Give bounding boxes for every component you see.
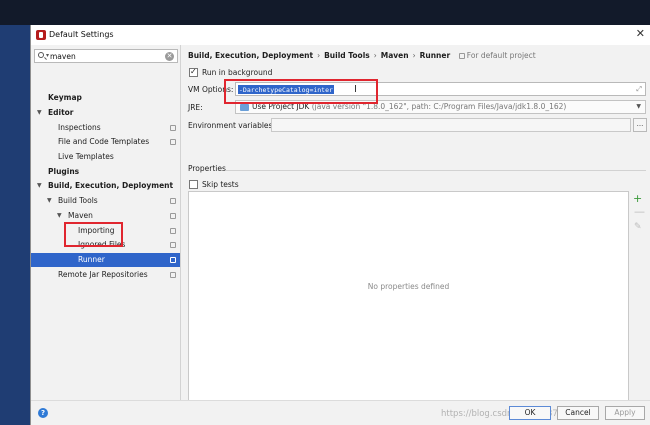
skip-tests-checkbox[interactable] (189, 180, 198, 189)
add-property-icon[interactable]: + (633, 193, 642, 204)
vm-options-field[interactable]: I ⤢ (235, 82, 646, 96)
tree-item-editor[interactable]: ▼ Editor (31, 106, 180, 120)
vm-options-label: VM Options: (188, 85, 234, 94)
breadcrumb-item: Build, Execution, Deployment (188, 51, 314, 60)
properties-title: Properties (188, 164, 226, 173)
breadcrumb-separator: › (373, 51, 377, 60)
settings-sidebar: ▾ ✕ Keymap ▼ Editor Inspections File and… (31, 45, 181, 400)
tree-item-label: Importing (78, 226, 115, 235)
tree-item-label: Editor (48, 108, 74, 117)
tree-item-importing[interactable]: Importing (31, 224, 180, 238)
tree-item-runner[interactable]: Runner (31, 253, 180, 267)
text-cursor-icon: I (354, 84, 357, 95)
tree-item-ignored-files[interactable]: Ignored Files (31, 238, 180, 252)
tree-item-live-templates[interactable]: Live Templates (31, 150, 180, 164)
breadcrumb-item: Build Tools (324, 51, 370, 60)
runner-settings-panel: Build, Execution, Deployment › Build Tools… (182, 45, 650, 407)
jre-value: Use Project JDK (252, 102, 310, 111)
note-text: For default project (466, 51, 536, 60)
expand-arrow-icon[interactable]: ▼ (47, 194, 52, 208)
close-icon[interactable]: ✕ (636, 28, 645, 40)
tree-item-remote-jar-repositories[interactable]: Remote Jar Repositories (31, 268, 180, 282)
apply-button[interactable]: Apply (605, 406, 645, 420)
expand-arrow-icon[interactable]: ▼ (37, 106, 42, 120)
tree-item-label: Inspections (58, 123, 101, 132)
tree-item-inspections[interactable]: Inspections (31, 121, 180, 135)
run-in-background-label: Run in background (202, 68, 273, 77)
tree-item-label: Live Templates (58, 152, 114, 161)
dialog-footer: ? https://blog.csdn.net/qq_37765631 OK C… (31, 400, 650, 425)
default-project-note: For default project (458, 51, 536, 60)
tree-item-label: Build Tools (58, 196, 98, 205)
tree-item-build-execution-deployment[interactable]: ▼ Build, Execution, Deployment (31, 179, 180, 193)
breadcrumb-item: Runner (419, 51, 451, 60)
jre-select[interactable]: Use Project JDK (java version "1.8.0_162… (235, 100, 646, 114)
tree-item-keymap[interactable]: Keymap (31, 91, 180, 105)
help-icon[interactable]: ? (38, 408, 48, 418)
tree-item-label: Plugins (48, 167, 80, 176)
settings-dialog: Default Settings ✕ ▾ ✕ Keymap ▼ Editor I… (30, 25, 650, 425)
empty-properties-text: No properties defined (367, 282, 450, 291)
tree-item-label: Runner (78, 255, 105, 264)
properties-table[interactable]: No properties defined (188, 191, 629, 407)
jdk-folder-icon (240, 104, 249, 111)
tree-item-label: Remote Jar Repositories (58, 270, 148, 279)
app-logo-icon (36, 30, 46, 40)
settings-search: ▾ ✕ (34, 49, 178, 63)
tree-item-label: File and Code Templates (58, 137, 150, 146)
cancel-button[interactable]: Cancel (557, 406, 599, 420)
remove-property-icon[interactable]: — (634, 206, 645, 217)
project-settings-icon (170, 242, 176, 248)
project-settings-icon (170, 272, 176, 278)
project-settings-icon (458, 53, 465, 59)
environment-variables-label: Environment variables: (188, 121, 275, 130)
edit-property-icon[interactable]: ✎ (634, 223, 642, 232)
search-input[interactable] (50, 51, 160, 62)
project-settings-icon (170, 139, 176, 145)
jre-select-text: Use Project JDK (java version "1.8.0_162… (252, 101, 566, 113)
environment-variables-field[interactable] (271, 118, 631, 132)
project-settings-icon (170, 125, 176, 131)
run-in-background-checkbox[interactable] (189, 67, 198, 77)
clear-search-icon[interactable]: ✕ (165, 52, 174, 61)
desktop-top-bar (0, 0, 650, 25)
properties-divider (226, 170, 646, 171)
tree-item-build-tools[interactable]: ▼ Build Tools (31, 194, 180, 208)
tree-item-plugins[interactable]: Plugins (31, 165, 180, 179)
tree-item-label: Maven (68, 211, 93, 220)
tree-item-file-code-templates[interactable]: File and Code Templates (31, 135, 180, 149)
project-settings-icon (170, 213, 176, 219)
breadcrumb-separator: › (317, 51, 321, 60)
project-settings-icon (170, 198, 176, 204)
expand-arrow-icon[interactable]: ▼ (37, 179, 42, 193)
project-settings-icon (170, 257, 176, 263)
expand-arrow-icon[interactable]: ▼ (57, 209, 62, 223)
jre-label: JRE: (188, 103, 203, 112)
window-title: Default Settings (49, 30, 114, 39)
expand-icon[interactable]: ⤢ (636, 85, 642, 94)
project-settings-icon (170, 228, 176, 234)
jre-detail: (java version "1.8.0_162", path: C:/Prog… (311, 102, 567, 111)
vm-options-input[interactable] (238, 85, 334, 94)
search-options-icon[interactable]: ▾ (46, 52, 49, 59)
tree-item-label: Build, Execution, Deployment (48, 181, 174, 190)
browse-button[interactable]: ... (633, 118, 647, 132)
chevron-down-icon[interactable]: ▼ (636, 101, 641, 113)
ok-button[interactable]: OK (509, 406, 551, 420)
breadcrumb-item: Maven (380, 51, 409, 60)
search-icon[interactable] (38, 52, 44, 58)
tree-item-label: Ignored Files (78, 240, 126, 249)
breadcrumb-separator: › (412, 51, 416, 60)
title-bar: Default Settings ✕ (31, 25, 650, 45)
skip-tests-label: Skip tests (202, 180, 239, 189)
breadcrumb: Build, Execution, Deployment › Build Tools… (188, 51, 536, 60)
tree-item-maven[interactable]: ▼ Maven (31, 209, 180, 223)
tree-item-label: Keymap (48, 93, 82, 102)
